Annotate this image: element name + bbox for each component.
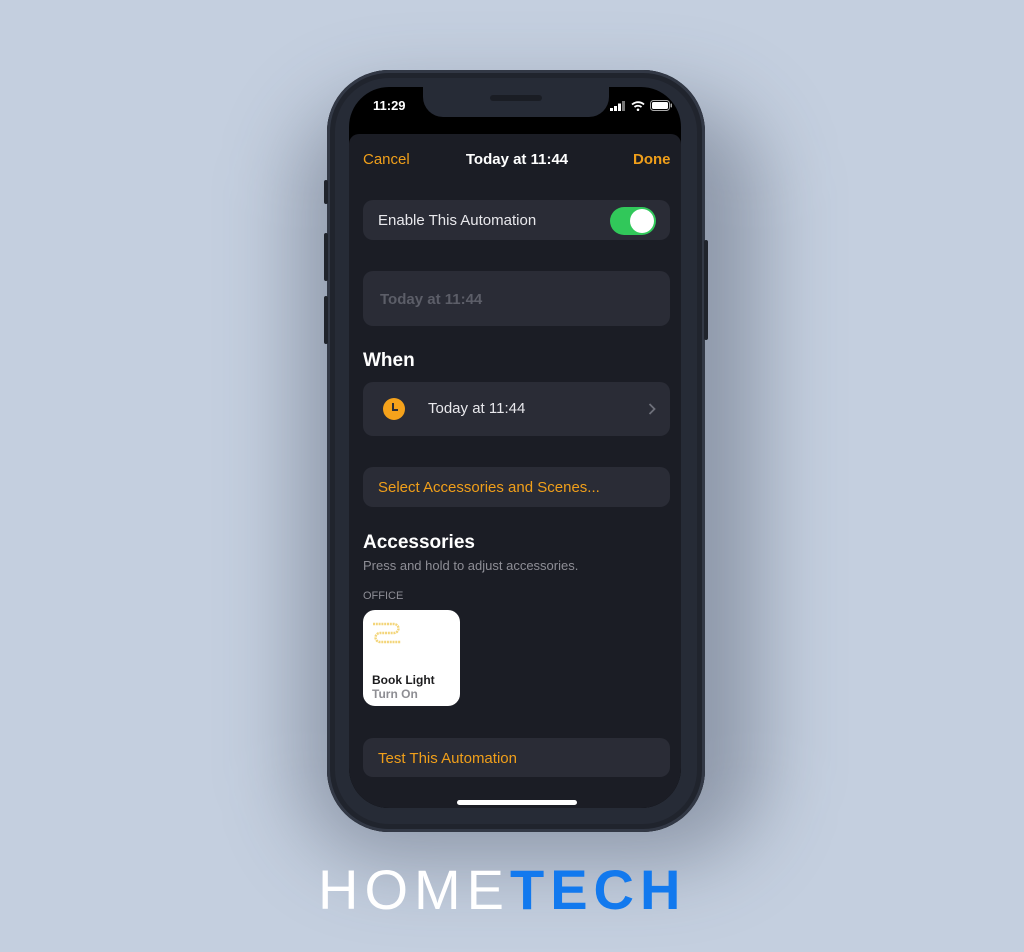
logo-home-text: HOME: [318, 858, 510, 921]
enable-automation-label: Enable This Automation: [378, 212, 537, 229]
room-label: OFFICE: [363, 590, 404, 602]
status-icons: [610, 100, 672, 111]
accessory-name: Book Light: [372, 673, 435, 687]
select-accessories-label: Select Accessories and Scenes...: [378, 479, 600, 496]
volume-up-button: [324, 233, 328, 281]
wifi-icon: [631, 100, 645, 111]
volume-down-button: [324, 296, 328, 344]
cellular-signal-icon: [610, 100, 625, 111]
power-button: [704, 240, 708, 340]
speaker: [490, 95, 542, 101]
accessories-heading: Accessories: [363, 532, 475, 553]
when-heading: When: [363, 350, 415, 371]
automation-name-field[interactable]: Today at 11:44: [363, 271, 670, 326]
select-accessories-button[interactable]: Select Accessories and Scenes...: [363, 467, 670, 507]
logo-tech-text: TECH: [510, 858, 687, 921]
home-indicator: [457, 800, 577, 805]
clock-icon: [383, 398, 405, 420]
test-automation-label: Test This Automation: [378, 750, 517, 767]
hometech-logo: HOMETECH: [318, 862, 686, 918]
test-automation-button[interactable]: Test This Automation: [363, 738, 670, 777]
when-trigger-row[interactable]: Today at 11:44: [363, 382, 670, 436]
mute-switch: [324, 180, 328, 204]
status-time: 11:29: [373, 98, 406, 113]
accessory-action: Turn On: [372, 687, 418, 701]
notch: [423, 87, 609, 117]
battery-icon: [650, 100, 672, 111]
when-trigger-label: Today at 11:44: [428, 400, 526, 417]
sheet-title: Today at 11:44: [465, 151, 569, 168]
automation-name-placeholder: Today at 11:44: [380, 291, 483, 308]
chevron-right-icon: [648, 403, 656, 415]
toggle-knob: [630, 209, 654, 233]
light-strip-icon: [373, 622, 401, 644]
accessory-tile[interactable]: Book Light Turn On: [363, 610, 460, 706]
enable-automation-toggle[interactable]: [610, 207, 656, 235]
accessories-hint: Press and hold to adjust accessories.: [363, 558, 579, 573]
done-button[interactable]: Done: [633, 151, 671, 168]
